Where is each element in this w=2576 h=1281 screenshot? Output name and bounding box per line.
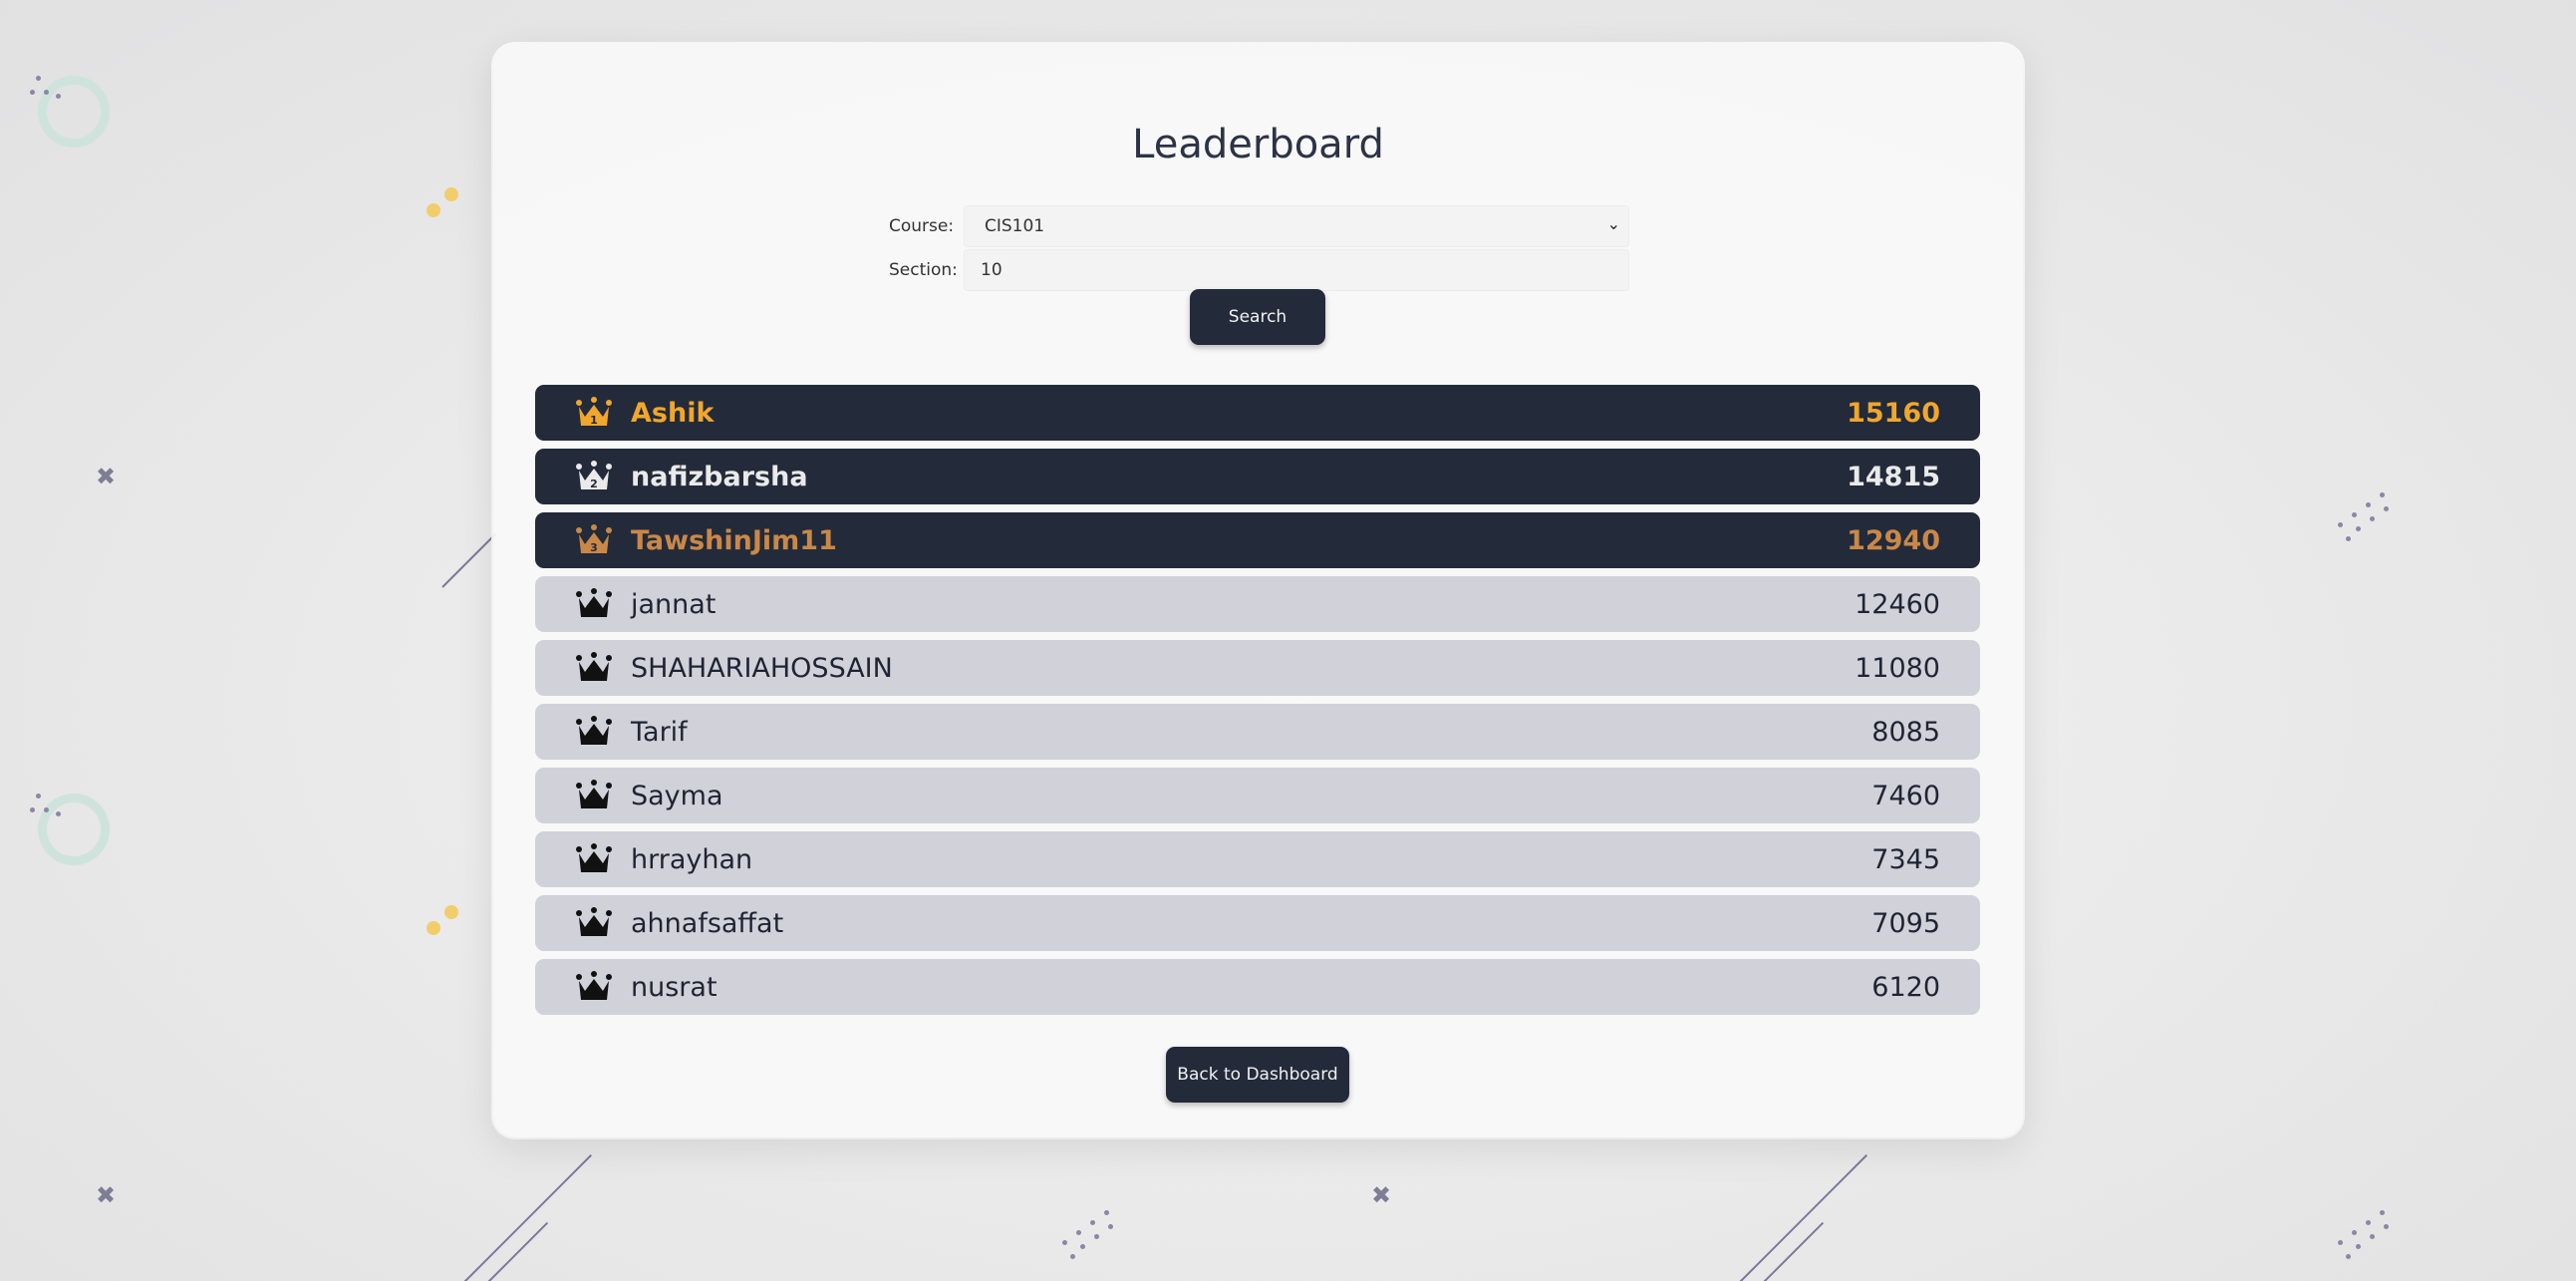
user-name: jannat <box>631 588 716 620</box>
user-score: 14815 <box>1847 461 1940 492</box>
decor-dots <box>2336 1210 2396 1270</box>
leaderboard-row: hrrayhan 7345 <box>535 831 1980 887</box>
crown-icon <box>576 780 612 808</box>
decor-yellow-dots <box>427 187 466 227</box>
user-score: 7460 <box>1871 780 1940 811</box>
decor-x-icon: ✖ <box>96 463 117 490</box>
crown-icon <box>576 907 612 936</box>
section-input-value: 10 <box>981 260 1002 280</box>
user-score: 7095 <box>1871 907 1940 939</box>
decor-x-icon: ✖ <box>96 1181 117 1209</box>
course-select-value: CIS101 <box>985 216 1045 236</box>
leaderboard-row: Tarif 8085 <box>535 704 1980 760</box>
leaderboard-row: 3 TawshinJim11 12940 <box>535 512 1980 568</box>
user-name: nafizbarsha <box>631 461 808 492</box>
decor-x-icon: ✖ <box>1371 1181 1392 1209</box>
page-title: Leaderboard <box>1132 122 1384 167</box>
leaderboard-row: ahnafsaffat 7095 <box>535 895 1980 951</box>
decor-dots <box>30 76 70 106</box>
user-name: SHAHARIAHOSSAIN <box>631 652 893 684</box>
leaderboard-row: Sayma 7460 <box>535 768 1980 823</box>
rank-number: 1 <box>590 414 598 427</box>
decor-line <box>441 532 497 588</box>
user-name: hrrayhan <box>631 843 753 875</box>
rank-number: 2 <box>590 478 598 490</box>
user-name: Sayma <box>631 780 723 811</box>
course-row: Course: CIS101 ⌄ <box>889 205 1629 247</box>
user-name: nusrat <box>631 971 717 1003</box>
back-to-dashboard-button[interactable]: Back to Dashboard <box>1166 1047 1349 1103</box>
leaderboard-row: 1 Ashik 15160 <box>535 385 1980 441</box>
decor-dots <box>1060 1210 1120 1270</box>
crown-icon: 2 <box>576 461 612 490</box>
decor-line <box>487 1221 549 1281</box>
decor-dots <box>30 794 70 823</box>
decor-dots <box>2336 492 2396 552</box>
leaderboard-row: nusrat 6120 <box>535 959 1980 1015</box>
decor-yellow-dots <box>427 905 466 945</box>
decor-line <box>1763 1221 1825 1281</box>
leaderboard-row: SHAHARIAHOSSAIN 11080 <box>535 640 1980 696</box>
user-name: Ashik <box>631 397 715 429</box>
course-label: Course: <box>889 216 955 236</box>
crown-icon <box>576 588 612 617</box>
leaderboard-row: 2 nafizbarsha 14815 <box>535 449 1980 504</box>
rank-number: 3 <box>590 541 598 554</box>
leaderboard-card: Leaderboard Course: CIS101 ⌄ Section: 10… <box>493 44 2023 1137</box>
leaderboard-row: jannat 12460 <box>535 576 1980 632</box>
decor-line <box>1739 1154 1867 1281</box>
section-input[interactable]: 10 <box>964 249 1629 291</box>
crown-icon: 3 <box>576 524 612 554</box>
user-score: 12940 <box>1847 524 1940 556</box>
user-score: 8085 <box>1871 716 1940 748</box>
section-label: Section: <box>889 260 958 280</box>
user-name: ahnafsaffat <box>631 907 784 939</box>
crown-icon <box>576 652 612 681</box>
user-name: Tarif <box>631 716 688 748</box>
chevron-down-icon: ⌄ <box>1606 214 1620 233</box>
user-score: 6120 <box>1871 971 1940 1003</box>
section-row: Section: 10 <box>889 249 1629 291</box>
crown-icon <box>576 843 612 872</box>
crown-icon <box>576 971 612 1000</box>
user-score: 12460 <box>1855 588 1940 620</box>
user-score: 7345 <box>1871 843 1940 875</box>
user-score: 15160 <box>1847 397 1940 429</box>
crown-icon <box>576 716 612 745</box>
crown-icon: 1 <box>576 397 612 427</box>
decor-line <box>463 1154 592 1281</box>
course-select[interactable]: CIS101 ⌄ <box>964 205 1629 247</box>
user-score: 11080 <box>1855 652 1940 684</box>
search-button[interactable]: Search <box>1190 289 1325 345</box>
user-name: TawshinJim11 <box>631 524 837 556</box>
